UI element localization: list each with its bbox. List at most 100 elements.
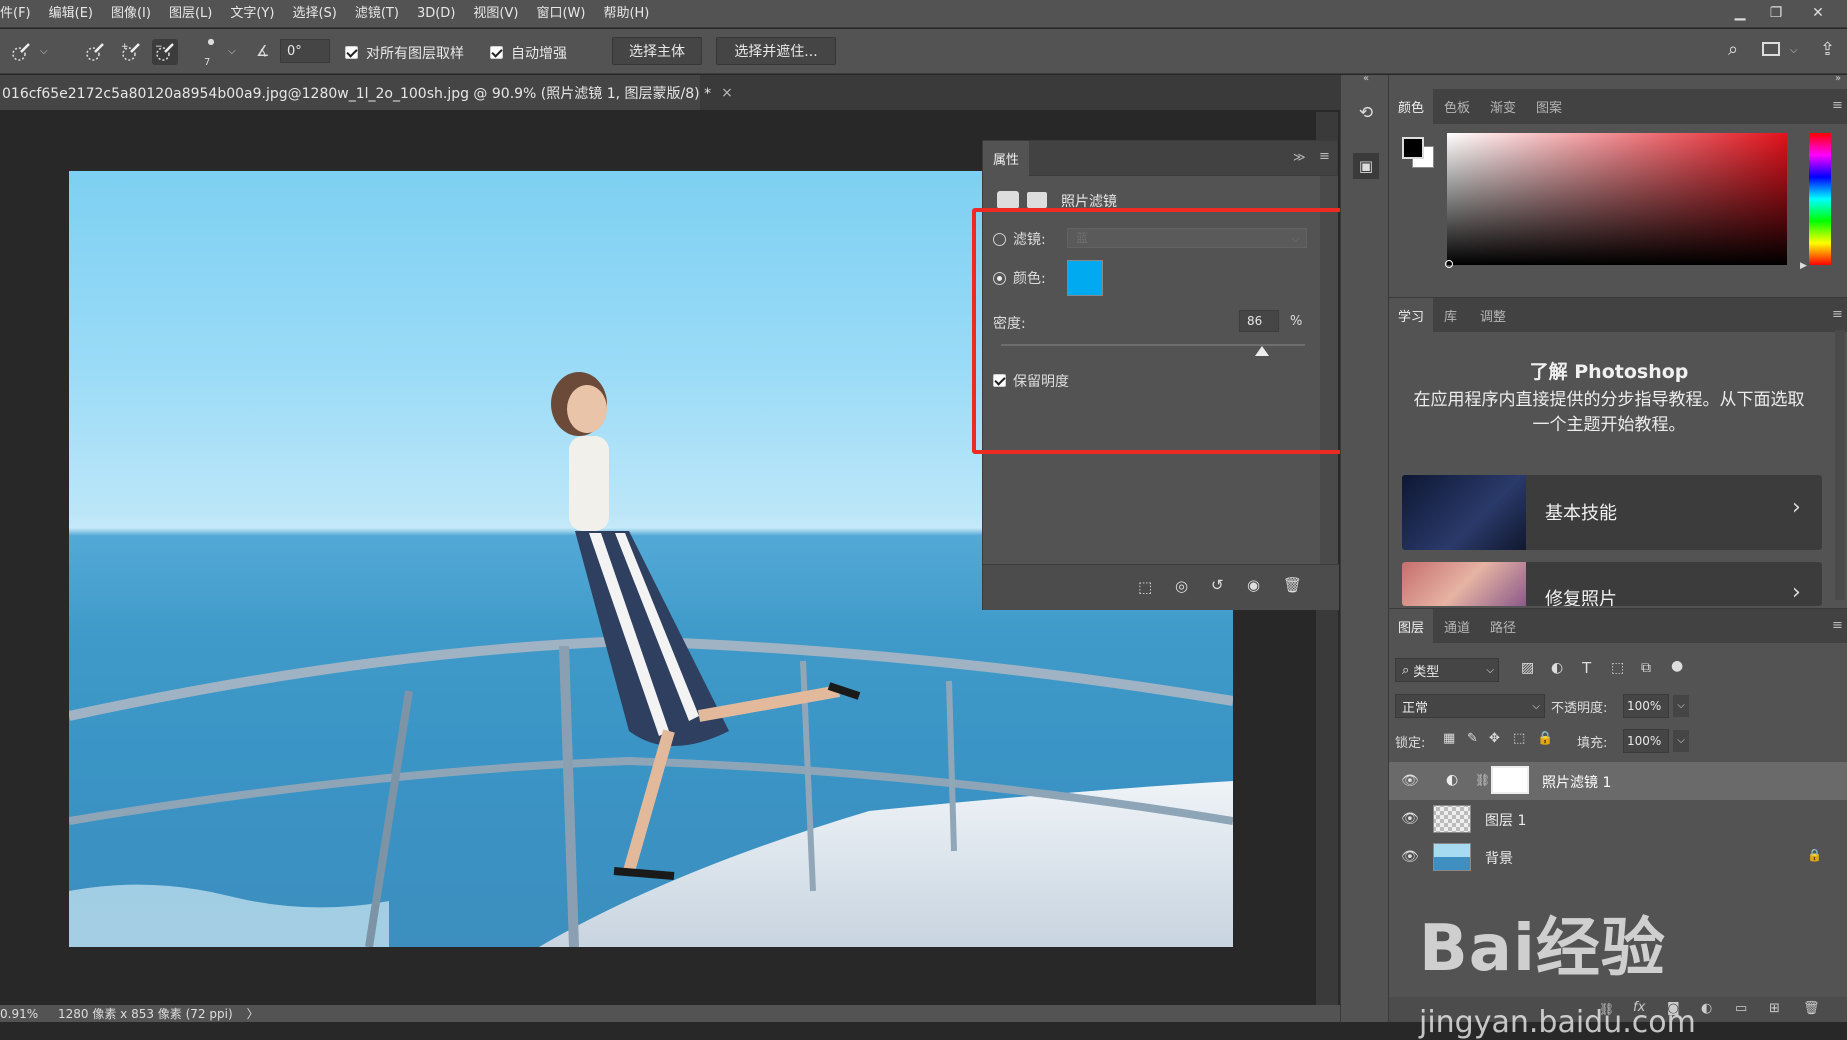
- layer-name[interactable]: 背景: [1485, 848, 1513, 868]
- collapse-dock-icon[interactable]: «: [1363, 73, 1369, 84]
- view-previous-state-icon[interactable]: ◎: [1175, 577, 1188, 595]
- lock-image-pixels-icon[interactable]: ✎: [1467, 731, 1478, 746]
- layer-filter-dropdown[interactable]: ⌕ 类型 ⌵: [1395, 658, 1499, 682]
- filter-toggle-icon[interactable]: ●: [1671, 658, 1683, 674]
- layer-name[interactable]: 图层 1: [1485, 810, 1526, 830]
- delete-layer-icon[interactable]: 🗑: [1803, 1001, 1820, 1016]
- layer-thumbnail[interactable]: [1433, 843, 1471, 871]
- reset-adjustments-icon[interactable]: ↺: [1211, 576, 1224, 594]
- status-arrow-icon[interactable]: 〉: [247, 1005, 259, 1022]
- layer-row[interactable]: 👁 图层 1: [1389, 800, 1847, 838]
- learn-card-fix-photos[interactable]: 修复照片 ›: [1402, 562, 1822, 606]
- filter-type-icon[interactable]: T: [1582, 659, 1591, 677]
- menu-select[interactable]: 选择(S): [283, 0, 345, 28]
- layers-panel-menu-icon[interactable]: ≡: [1832, 618, 1843, 633]
- sample-all-layers-checkbox[interactable]: [345, 46, 358, 59]
- menu-view[interactable]: 视图(V): [464, 0, 527, 28]
- clip-to-layer-icon[interactable]: ⬚: [1138, 578, 1152, 596]
- auto-enhance-checkbox[interactable]: [490, 46, 503, 59]
- layer-thumbnail[interactable]: [1433, 805, 1471, 833]
- filter-pixel-icon[interactable]: ▨: [1521, 660, 1534, 676]
- workspace-chevron-icon[interactable]: ⌵: [1790, 45, 1798, 56]
- new-group-icon[interactable]: ▭: [1735, 1001, 1747, 1016]
- learn-panel-menu-icon[interactable]: ≡: [1832, 307, 1843, 322]
- menu-3d[interactable]: 3D(D): [408, 0, 464, 28]
- panel-menu-icon[interactable]: ≡: [1319, 149, 1330, 164]
- toggle-visibility-icon[interactable]: ◉: [1247, 576, 1260, 594]
- tab-color[interactable]: 颜色: [1389, 89, 1434, 124]
- tab-libraries[interactable]: 库: [1435, 298, 1466, 333]
- tab-patterns[interactable]: 图案: [1527, 89, 1571, 124]
- filter-smart-object-icon[interactable]: ⧉: [1641, 660, 1651, 676]
- filter-adjustment-icon[interactable]: ◐: [1551, 660, 1563, 676]
- eye-icon[interactable]: 👁: [1401, 849, 1419, 865]
- tab-swatches[interactable]: 色板: [1435, 89, 1479, 124]
- close-tab-icon[interactable]: ×: [721, 85, 733, 101]
- filter-shape-icon[interactable]: ⬚: [1611, 660, 1624, 676]
- eye-icon[interactable]: 👁: [1401, 773, 1419, 789]
- minimize-icon[interactable]: ▁: [1722, 0, 1758, 26]
- new-adjustment-icon[interactable]: ◐: [1701, 1001, 1712, 1016]
- add-to-selection-icon[interactable]: +: [118, 39, 144, 65]
- layer-mask-thumbnail[interactable]: [1491, 766, 1529, 794]
- menu-edit[interactable]: 编辑(E): [40, 0, 102, 28]
- learn-card-basic-skills[interactable]: 基本技能 ›: [1402, 475, 1822, 550]
- color-picker-cursor-icon[interactable]: [1445, 260, 1453, 268]
- fill-chevron-icon[interactable]: ⌵: [1673, 730, 1689, 752]
- tab-adjustments[interactable]: 调整: [1471, 298, 1515, 333]
- foreground-color-swatch[interactable]: [1402, 137, 1424, 159]
- menu-filter[interactable]: 滤镜(T): [346, 0, 408, 28]
- lock-transparency-icon[interactable]: ▦: [1443, 731, 1455, 746]
- history-panel-icon[interactable]: ⟲: [1353, 103, 1379, 129]
- lock-position-icon[interactable]: ✥: [1489, 731, 1500, 746]
- document-tab[interactable]: 016cf65e2172c5a80120a8954b00a9.jpg@1280w…: [0, 75, 733, 110]
- tool-preset-chevron-icon[interactable]: ⌵: [40, 46, 48, 57]
- delete-adjustment-icon[interactable]: 🗑: [1283, 576, 1302, 594]
- 3d-panel-icon[interactable]: ▣: [1353, 153, 1379, 179]
- close-window-icon[interactable]: ✕: [1800, 0, 1836, 26]
- brush-chevron-icon[interactable]: ⌵: [228, 46, 236, 57]
- color-picker-field[interactable]: [1447, 133, 1787, 265]
- tab-learn[interactable]: 学习: [1389, 298, 1434, 333]
- collapse-panel-icon[interactable]: ≫: [1293, 150, 1306, 164]
- quick-select-tool-icon[interactable]: [8, 39, 34, 65]
- tab-properties[interactable]: 属性: [983, 141, 1030, 176]
- layer-row[interactable]: 👁 ◐ ⛓ 照片滤镜 1: [1389, 762, 1847, 800]
- hue-slider-marker-icon[interactable]: ▶: [1800, 261, 1807, 271]
- angle-field[interactable]: 0°: [280, 39, 330, 63]
- menu-type[interactable]: 文字(Y): [221, 0, 283, 28]
- eye-icon[interactable]: 👁: [1401, 811, 1419, 827]
- lock-artboard-icon[interactable]: ⬚: [1513, 731, 1525, 746]
- blend-mode-dropdown[interactable]: 正常 ⌵: [1395, 694, 1545, 718]
- share-icon[interactable]: ⇪: [1820, 39, 1835, 60]
- lock-all-icon[interactable]: 🔒: [1537, 731, 1553, 746]
- select-and-mask-button[interactable]: 选择并遮住...: [716, 37, 836, 65]
- hue-slider[interactable]: [1809, 133, 1831, 265]
- menu-help[interactable]: 帮助(H): [594, 0, 658, 28]
- subtract-from-selection-icon[interactable]: −: [152, 39, 178, 65]
- search-icon[interactable]: ⌕: [1728, 39, 1738, 60]
- new-selection-icon[interactable]: [82, 39, 108, 65]
- tab-channels[interactable]: 通道: [1435, 609, 1479, 644]
- select-subject-button[interactable]: 选择主体: [612, 37, 702, 65]
- opacity-chevron-icon[interactable]: ⌵: [1673, 695, 1689, 717]
- tab-gradients[interactable]: 渐变: [1481, 89, 1525, 124]
- brush-dot-icon[interactable]: ●: [206, 37, 216, 46]
- layer-name[interactable]: 照片滤镜 1: [1542, 772, 1611, 792]
- tab-layers[interactable]: 图层: [1389, 609, 1434, 644]
- mask-icon[interactable]: [1027, 192, 1047, 208]
- zoom-readout[interactable]: 0.91%: [0, 1007, 50, 1021]
- tab-paths[interactable]: 路径: [1481, 609, 1525, 644]
- menu-image[interactable]: 图像(I): [102, 0, 160, 28]
- learn-scrollbar[interactable]: [1835, 330, 1845, 600]
- new-layer-icon[interactable]: ⊞: [1769, 1001, 1780, 1016]
- layer-row[interactable]: 👁 背景 🔒: [1389, 838, 1847, 876]
- menu-layer[interactable]: 图层(L): [160, 0, 221, 28]
- expand-panels-icon[interactable]: »: [1835, 73, 1841, 84]
- opacity-field[interactable]: 100%: [1623, 694, 1669, 718]
- menu-window[interactable]: 窗口(W): [527, 0, 594, 28]
- color-panel-menu-icon[interactable]: ≡: [1832, 98, 1843, 113]
- restore-icon[interactable]: ❐: [1758, 0, 1794, 26]
- menu-file[interactable]: 件(F): [0, 0, 40, 28]
- brush-size-value[interactable]: 7: [204, 57, 210, 68]
